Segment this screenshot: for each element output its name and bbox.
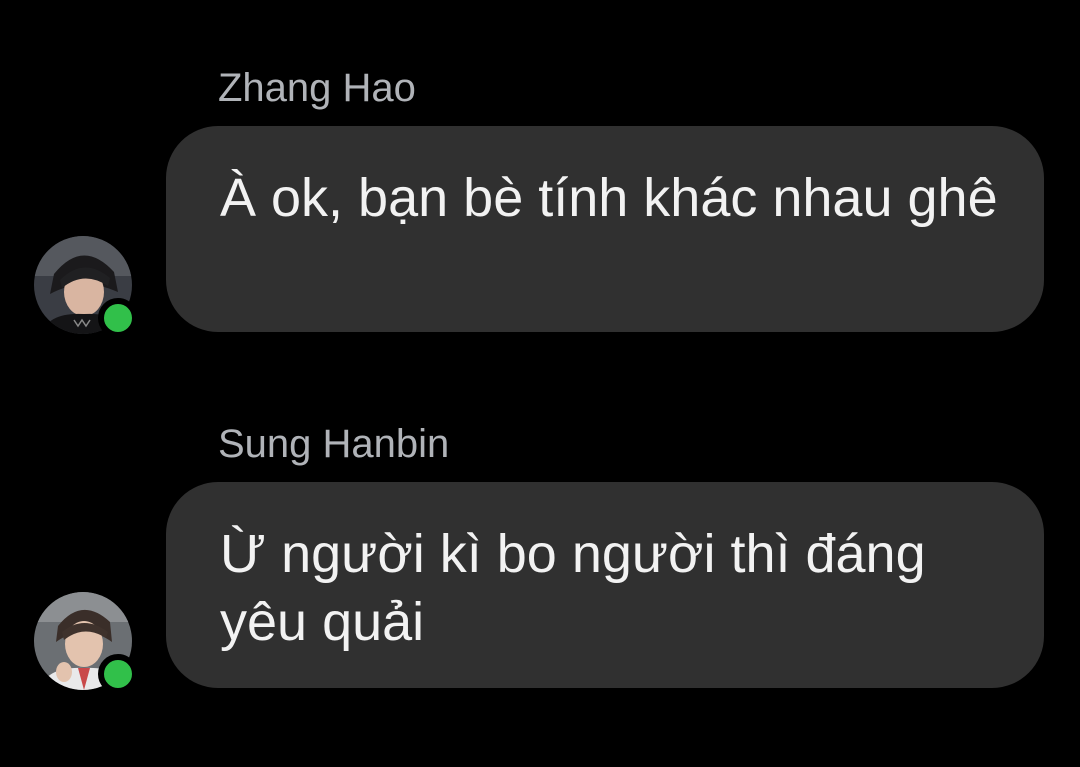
message-text: Ừ người kì bo người thì đáng yêu quải — [220, 524, 926, 652]
online-status-dot — [98, 654, 138, 694]
message-bubble[interactable]: Ừ người kì bo người thì đáng yêu quải — [166, 482, 1044, 688]
message-text: À ok, bạn bè tính khác nhau ghê — [220, 168, 998, 228]
sender-name: Zhang Hao — [218, 66, 416, 110]
avatar[interactable] — [34, 236, 138, 338]
online-status-dot — [98, 298, 138, 338]
message-bubble[interactable]: À ok, bạn bè tính khác nhau ghê — [166, 126, 1044, 332]
sender-name: Sung Hanbin — [218, 422, 450, 466]
avatar[interactable] — [34, 592, 138, 694]
